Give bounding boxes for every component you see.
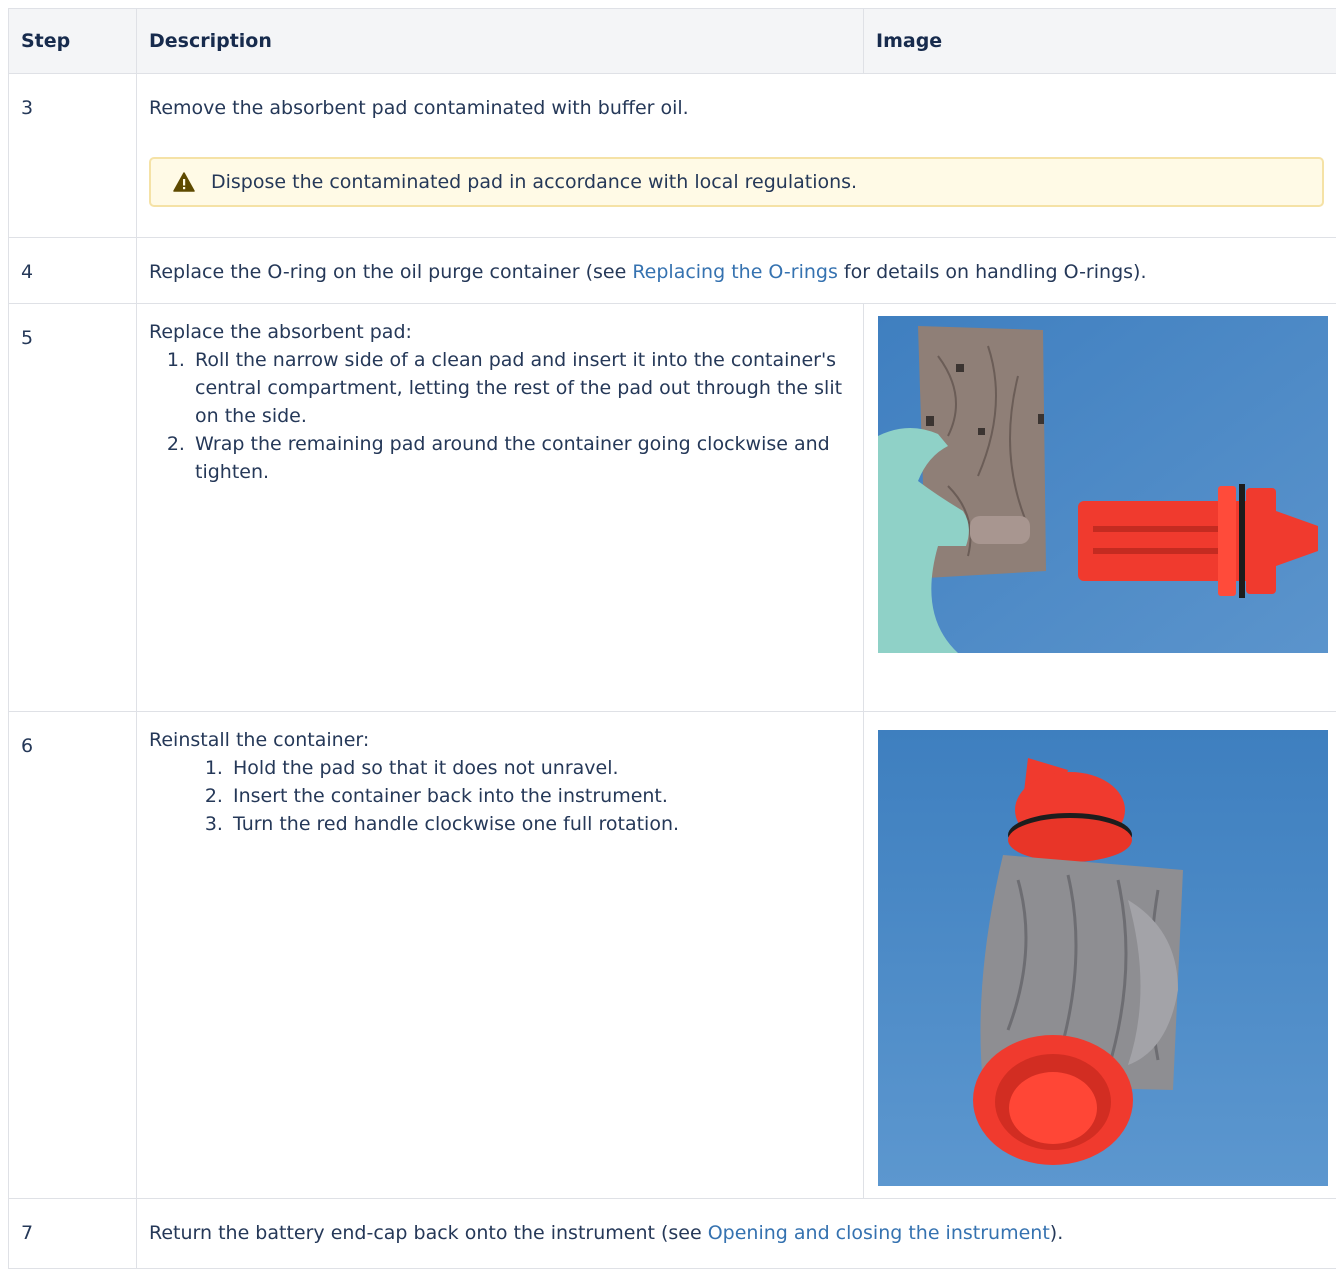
header-description: Description — [136, 8, 864, 74]
step-text: Remove the absorbent pad contaminated wi… — [149, 97, 689, 119]
step-description: Remove the absorbent pad contaminated wi… — [136, 73, 1336, 238]
step-description: Return the battery end-cap back onto the… — [136, 1198, 1336, 1269]
table-row: 7 Return the battery end-cap back onto t… — [8, 1198, 1336, 1269]
list-item: Insert the container back into the instr… — [229, 782, 851, 810]
replacing-o-rings-link[interactable]: Replacing the O-rings — [632, 261, 838, 283]
image-cell — [863, 303, 1336, 712]
instruction-list: Hold the pad so that it does not unravel… — [149, 754, 851, 838]
step-description: Replace the absorbent pad: Roll the narr… — [136, 303, 864, 712]
warning-panel: Dispose the contaminated pad in accordan… — [149, 157, 1324, 207]
steps-table: Step Description Image 3 Remove the abso… — [8, 8, 1336, 1269]
instruction-list: Roll the narrow side of a clean pad and … — [149, 346, 851, 486]
image-cell — [863, 711, 1336, 1199]
list-item: Wrap the remaining pad around the contai… — [191, 430, 851, 486]
step-number: 5 — [8, 303, 137, 712]
step-description: Reinstall the container: Hold the pad so… — [136, 711, 864, 1199]
step-number: 7 — [8, 1198, 137, 1269]
reinstall-container-photo — [878, 730, 1328, 1186]
table-row: 5 Replace the absorbent pad: Roll the na… — [8, 303, 1336, 712]
list-item: Hold the pad so that it does not unravel… — [229, 754, 851, 782]
list-item: Roll the narrow side of a clean pad and … — [191, 346, 851, 430]
step-number: 4 — [8, 237, 137, 304]
table-header-row: Step Description Image — [8, 8, 1336, 74]
step-description: Replace the O-ring on the oil purge cont… — [136, 237, 1336, 304]
absorbent-pad-photo — [878, 316, 1328, 653]
header-step: Step — [8, 8, 137, 74]
step-number: 3 — [8, 73, 137, 238]
step-number: 6 — [8, 711, 137, 1199]
list-item: Turn the red handle clockwise one full r… — [229, 810, 851, 838]
opening-closing-instrument-link[interactable]: Opening and closing the instrument — [708, 1222, 1050, 1244]
table-row: 6 Reinstall the container: Hold the pad … — [8, 711, 1336, 1199]
table-row: 4 Replace the O-ring on the oil purge co… — [8, 237, 1336, 304]
warning-triangle-icon — [173, 172, 195, 192]
table-row: 3 Remove the absorbent pad contaminated … — [8, 73, 1336, 238]
header-image: Image — [863, 8, 1336, 74]
warning-text: Dispose the contaminated pad in accordan… — [211, 171, 858, 193]
